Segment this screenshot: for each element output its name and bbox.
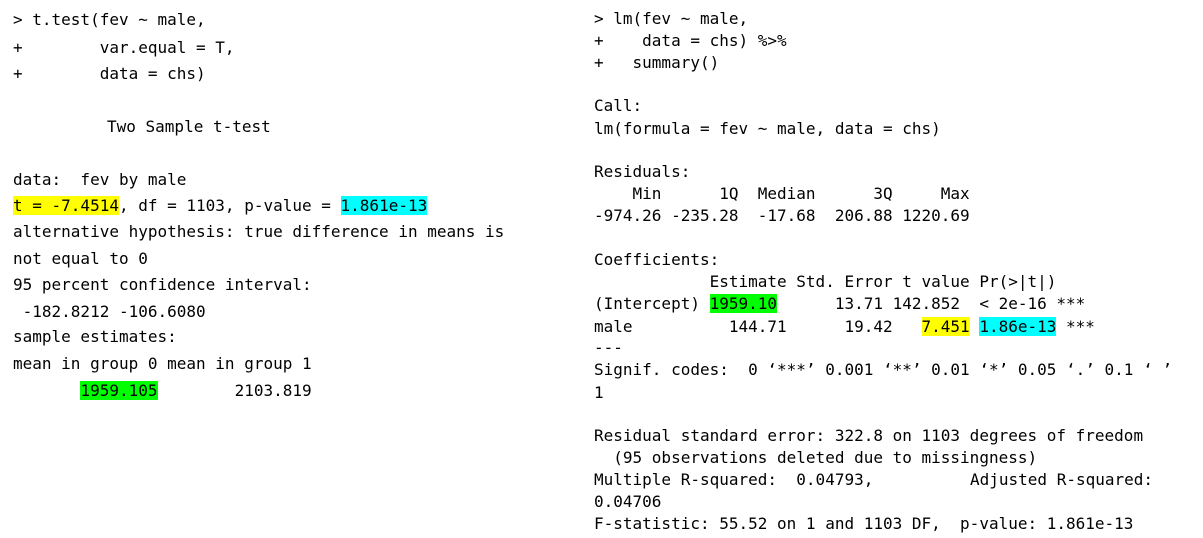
male-label-and-values: male 144.71 19.42 xyxy=(594,317,922,336)
estimate-padding xyxy=(13,381,80,400)
intercept-label: (Intercept) xyxy=(594,294,710,313)
lm-command-line-1: > lm(fev ~ male, xyxy=(594,9,749,28)
group1-mean: 2103.819 xyxy=(234,381,312,400)
residuals-header: Min 1Q Median 3Q Max xyxy=(594,184,970,203)
sample-estimates-header: mean in group 0 mean in group 1 xyxy=(13,354,312,373)
t-test-command-line-1: > t.test(fev ~ male, xyxy=(13,10,206,29)
call-label: Call: xyxy=(594,96,643,115)
t-test-data-line: data: fev by male xyxy=(13,170,187,189)
adjusted-r-squared-value: 0.04706 xyxy=(594,492,662,511)
estimate-spacing xyxy=(158,381,235,400)
t-test-command-line-3: + data = chs) xyxy=(13,64,206,83)
signif-codes: Signif. codes: 0 ‘***’ 0.001 ‘**’ 0.01 ‘… xyxy=(594,360,1172,379)
intercept-rest: 13.71 142.852 < 2e-16 *** xyxy=(777,294,1086,313)
r-squared-line: Multiple R-squared: 0.04793, Adjusted R-s… xyxy=(594,470,1153,490)
male-spacing xyxy=(970,317,980,336)
sample-estimates-values: 1959.105 2103.819 xyxy=(13,381,312,401)
adjusted-r-squared-label: Adjusted R-squared: xyxy=(970,470,1154,489)
intercept-estimate-highlight: 1959.10 xyxy=(709,294,778,313)
t-statistic-highlight: t = -7.4514 xyxy=(13,196,119,215)
df-text: , df = 1103, p-value = xyxy=(118,196,341,215)
coefficients-header: Estimate Std. Error t value Pr(>|t|) xyxy=(594,272,1057,291)
group0-mean-highlight: 1959.105 xyxy=(80,381,158,400)
male-row: male 144.71 19.42 7.451 1.86e-13 *** xyxy=(594,317,1095,337)
ci-label: 95 percent confidence interval: xyxy=(13,275,312,294)
ci-values: -182.8212 -106.6080 xyxy=(13,302,206,321)
alternative-hypothesis-line-1: alternative hypothesis: true difference … xyxy=(13,222,505,241)
lm-command-line-2: + data = chs) %>% xyxy=(594,31,787,50)
residuals-values: -974.26 -235.28 -17.68 206.88 1220.69 xyxy=(594,206,970,225)
intercept-row: (Intercept) 1959.10 13.71 142.852 < 2e-1… xyxy=(594,294,1085,314)
signif-codes-cont: 1 xyxy=(594,383,604,402)
t-test-title: Two Sample t-test xyxy=(107,117,271,136)
f-statistic-line: F-statistic: 55.52 on 1 and 1103 DF, p-v… xyxy=(594,514,1134,533)
separator-line: --- xyxy=(594,338,623,357)
sample-estimates-label: sample estimates: xyxy=(13,327,177,346)
coefficients-label: Coefficients: xyxy=(594,250,720,269)
male-p-value-highlight: 1.86e-13 xyxy=(979,317,1057,336)
male-t-value-highlight: 7.451 xyxy=(921,317,970,336)
male-stars: *** xyxy=(1056,317,1095,336)
missingness-note: (95 observations deleted due to missingn… xyxy=(594,448,1038,467)
call-formula: lm(formula = fev ~ male, data = chs) xyxy=(594,119,941,138)
multiple-r-squared: Multiple R-squared: 0.04793, xyxy=(594,470,874,489)
alternative-hypothesis-line-2: not equal to 0 xyxy=(13,249,148,268)
t-test-statistic-line: t = -7.4514, df = 1103, p-value = 1.861e… xyxy=(13,196,428,216)
p-value-highlight: 1.861e-13 xyxy=(340,196,428,215)
t-test-command-line-2: + var.equal = T, xyxy=(13,38,235,57)
lm-command-line-3: + summary() xyxy=(594,53,720,72)
residual-standard-error: Residual standard error: 322.8 on 1103 d… xyxy=(594,426,1144,445)
residuals-label: Residuals: xyxy=(594,162,691,181)
